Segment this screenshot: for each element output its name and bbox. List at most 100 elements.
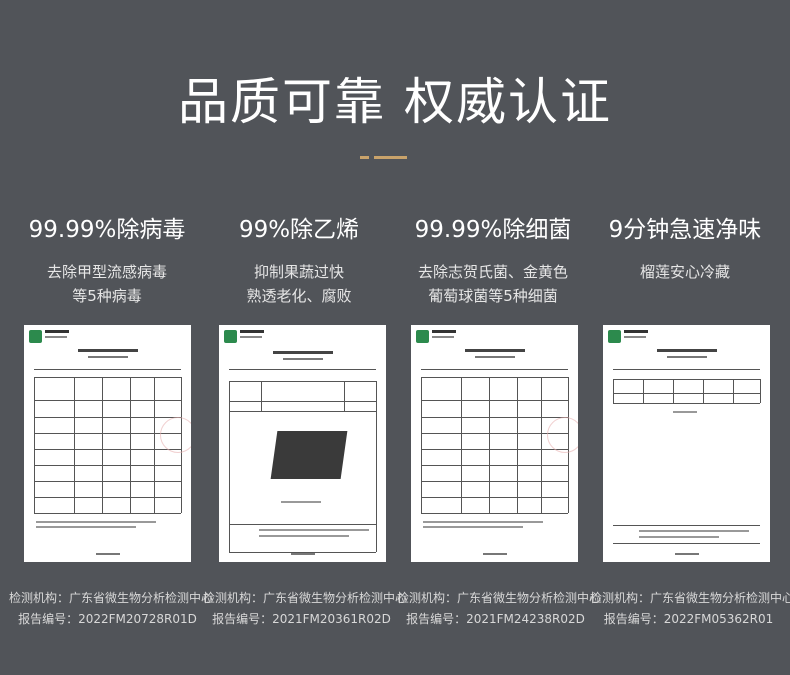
report-rule <box>421 449 568 450</box>
report-rule <box>421 497 568 498</box>
report-caption <box>673 411 697 413</box>
report-rule <box>421 481 568 482</box>
report-rule <box>229 411 376 412</box>
report-title <box>657 349 717 352</box>
lab-logo-icon <box>416 330 429 343</box>
report-brand <box>624 330 648 333</box>
report-vrule <box>613 379 614 403</box>
testing-org: 检测机构：广东省微生物分析检测中心 <box>590 591 790 605</box>
report-vrule <box>34 377 35 513</box>
report-vrule <box>733 379 734 403</box>
report-note <box>36 521 156 523</box>
feature-ethylene: 99%除乙烯 抑制果蔬过快 熟透老化、腐败 <box>204 214 394 308</box>
feature-title: 99.99%除细菌 <box>414 217 572 243</box>
report-rule <box>34 481 181 482</box>
report-rule <box>34 497 181 498</box>
report-rule <box>229 524 376 525</box>
feature-desc: 去除甲型流感病毒 等5种病毒 <box>12 260 202 308</box>
stamp-icon <box>160 417 191 453</box>
report-rule <box>421 465 568 466</box>
report-brand-sub <box>240 336 262 338</box>
feature-desc-line: 去除志贺氏菌、金黄色 <box>417 263 568 281</box>
report-note <box>259 529 369 531</box>
test-report-image <box>24 325 191 562</box>
report-vrule <box>376 381 377 552</box>
feature-desc: 去除志贺氏菌、金黄色 葡萄球菌等5种细菌 <box>398 260 588 308</box>
report-number: 报告编号：2021FM20361R02D <box>212 612 391 626</box>
lab-logo-icon <box>608 330 621 343</box>
report-note <box>423 521 543 523</box>
report-rule <box>34 433 181 434</box>
report-vrule <box>517 377 518 513</box>
report-page-number <box>675 553 699 555</box>
feature-virus: 99.99%除病毒 去除甲型流感病毒 等5种病毒 <box>12 214 202 308</box>
report-caption <box>281 501 321 503</box>
report-rule <box>613 379 760 380</box>
report-rule <box>34 400 181 401</box>
report-brand <box>45 330 69 333</box>
section-headline: 品质可靠 权威认证 <box>178 73 612 131</box>
accent-divider <box>360 156 407 159</box>
feature-desc-line: 熟透老化、腐败 <box>246 287 352 305</box>
report-vrule <box>541 377 542 513</box>
report-brand-sub <box>45 336 67 338</box>
report-vrule <box>261 381 262 411</box>
report-subtitle <box>475 356 515 358</box>
report-vrule <box>130 377 131 513</box>
report-vrule <box>344 381 345 411</box>
report-vrule <box>673 379 674 403</box>
test-report-image <box>603 325 770 562</box>
report-brand-sub <box>432 336 454 338</box>
testing-org: 检测机构：广东省微生物分析检测中心 <box>203 591 408 605</box>
report-rule <box>613 393 760 394</box>
report-rule <box>34 465 181 466</box>
report-caption-4: 检测机构：广东省微生物分析检测中心 报告编号：2022FM05362R01 <box>590 588 790 630</box>
report-vrule <box>489 377 490 513</box>
feature-desc-line: 葡萄球菌等5种细菌 <box>428 287 558 305</box>
report-rule <box>421 400 568 401</box>
stamp-icon <box>547 417 578 453</box>
report-brand <box>432 330 456 333</box>
report-subtitle <box>283 358 323 360</box>
report-rule <box>421 417 568 418</box>
feature-bacteria: 99.99%除细菌 去除志贺氏菌、金黄色 葡萄球菌等5种细菌 <box>398 214 588 308</box>
report-vrule <box>229 381 230 552</box>
testing-org: 检测机构：广东省微生物分析检测中心 <box>397 591 602 605</box>
report-rule <box>421 377 568 378</box>
report-vrule <box>421 377 422 513</box>
report-vrule <box>102 377 103 513</box>
report-rule <box>229 381 376 382</box>
report-vrule <box>461 377 462 513</box>
feature-desc-line: 去除甲型流感病毒 <box>46 263 167 281</box>
feature-title: 99.99%除病毒 <box>28 217 186 243</box>
report-vrule <box>74 377 75 513</box>
report-note <box>36 526 136 528</box>
feature-desc-line: 抑制果蔬过快 <box>253 263 344 281</box>
report-brand-sub <box>624 336 646 338</box>
report-note <box>639 530 749 532</box>
lab-logo-icon <box>224 330 237 343</box>
report-brand <box>240 330 264 333</box>
report-vrule <box>643 379 644 403</box>
report-rule <box>421 433 568 434</box>
certification-section: 品质可靠 权威认证 99.99%除病毒 去除甲型流感病毒 等5种病毒 99%除乙… <box>0 0 790 675</box>
report-page-number <box>483 553 507 555</box>
testing-org: 检测机构：广东省微生物分析检测中心 <box>9 591 214 605</box>
report-page-number <box>291 553 315 555</box>
report-title <box>78 349 138 352</box>
report-number: 报告编号：2022FM05362R01 <box>603 612 774 626</box>
accent-divider-dot <box>360 156 369 159</box>
feature-title: 9分钟急速净味 <box>608 217 762 243</box>
report-vrule <box>760 379 761 403</box>
report-rule <box>229 369 376 370</box>
feature-desc: 抑制果蔬过快 熟透老化、腐败 <box>204 260 394 308</box>
test-report-image <box>219 325 386 562</box>
report-rule <box>421 369 568 370</box>
test-report-image <box>411 325 578 562</box>
report-rule <box>421 513 568 514</box>
feature-desc: 榴莲安心冷藏 <box>590 260 780 284</box>
product-photo <box>270 431 348 479</box>
feature-title: 99%除乙烯 <box>238 217 360 243</box>
report-rule <box>613 543 760 544</box>
report-caption-1: 检测机构：广东省微生物分析检测中心 报告编号：2022FM20728R01D <box>9 588 214 630</box>
